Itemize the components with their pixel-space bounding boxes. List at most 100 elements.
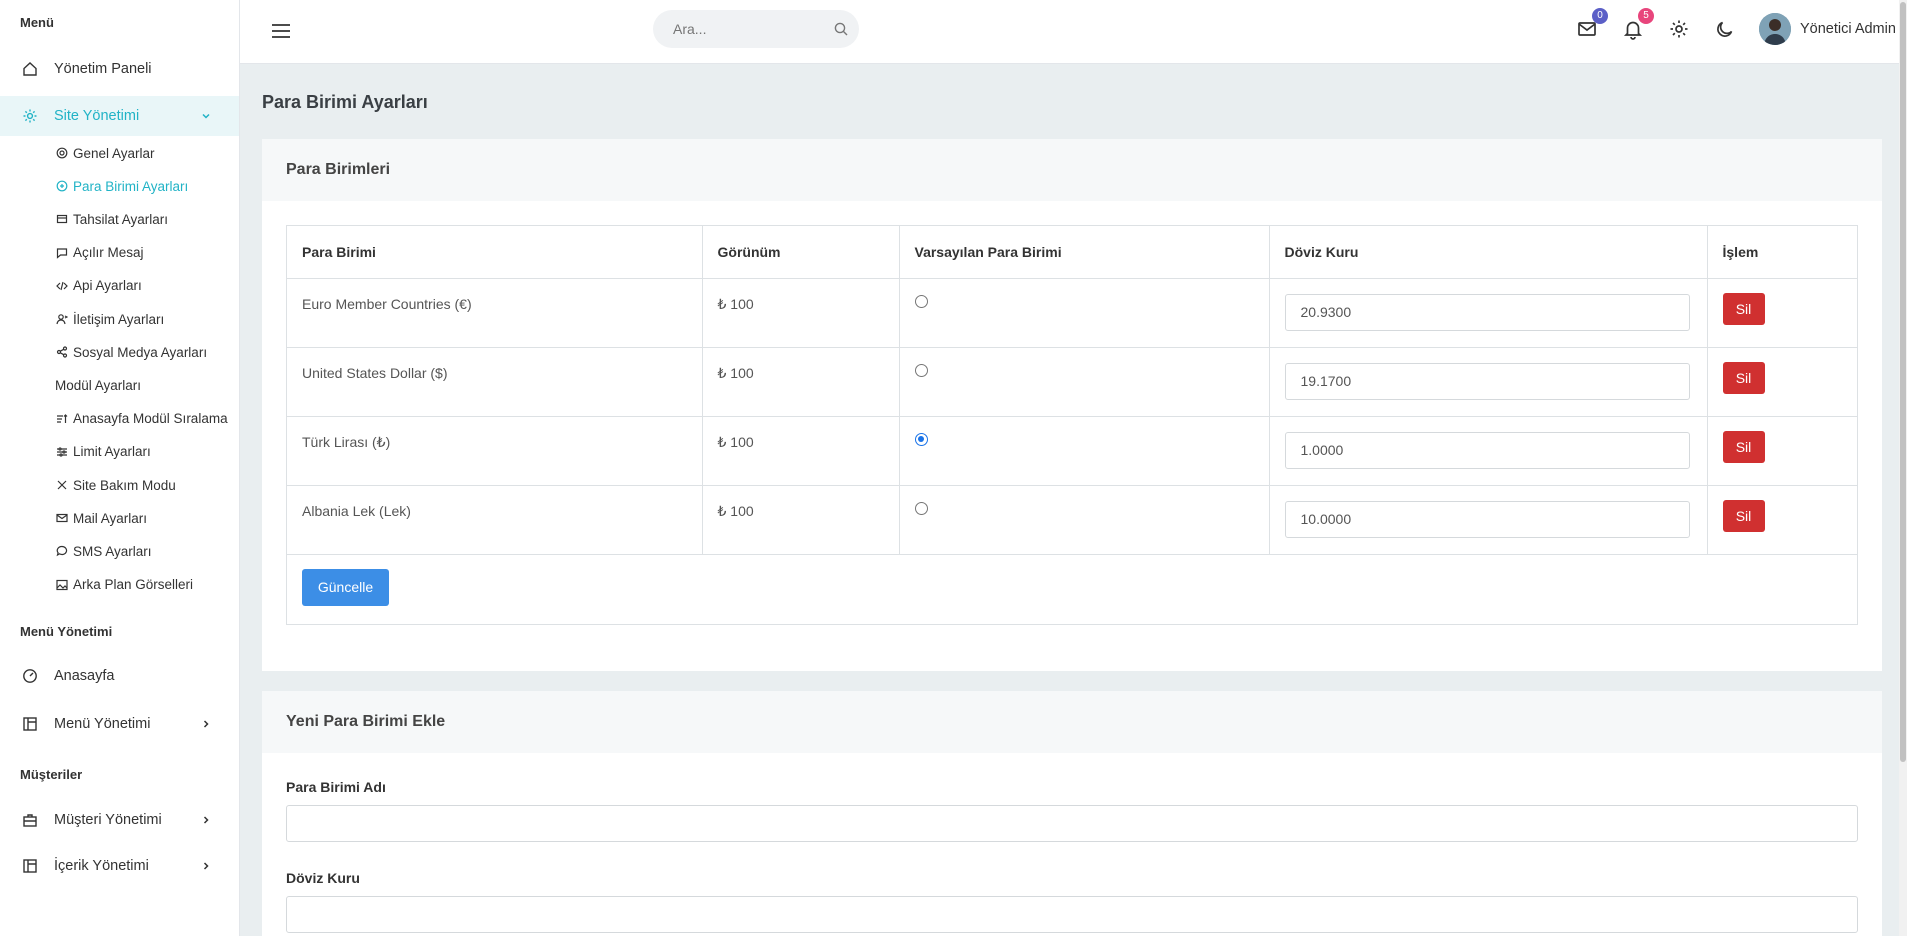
sidebar-subitem[interactable]: İletişim Ayarları bbox=[56, 308, 164, 330]
sidebar-subitem[interactable]: Api Ayarları bbox=[56, 275, 142, 297]
delete-button[interactable]: Sil bbox=[1722, 430, 1765, 463]
action-cell: Sil bbox=[1707, 416, 1857, 486]
user-menu[interactable]: Yönetici Admin bbox=[1759, 12, 1896, 46]
card-title: Yeni Para Birimi Ekle bbox=[262, 691, 1882, 753]
notification-button[interactable]: 5 bbox=[1621, 8, 1654, 42]
column-header: Döviz Kuru bbox=[1269, 226, 1708, 279]
default-cell bbox=[899, 347, 1270, 417]
scrollbar-thumb[interactable] bbox=[1900, 2, 1906, 762]
sidebar-item-home[interactable]: Anasayfa bbox=[0, 656, 239, 696]
sidebar-subitem-label: Modül Ayarları bbox=[55, 377, 142, 393]
sidebar-item-label: Yönetim Paneli bbox=[54, 61, 152, 77]
currency-display: ₺ 100 bbox=[702, 278, 900, 348]
notification-count-badge: 5 bbox=[1638, 8, 1654, 24]
sidebar: Menü Yönetim Paneli Site Yönetimi Genel … bbox=[0, 0, 240, 936]
default-currency-radio[interactable] bbox=[914, 432, 928, 446]
gear-small-icon bbox=[56, 147, 68, 159]
sidebar-item-label: Site Yönetimi bbox=[54, 108, 140, 124]
tools-icon bbox=[56, 479, 68, 491]
currency-name: Albania Lek (Lek) bbox=[287, 485, 703, 555]
default-cell bbox=[899, 416, 1270, 486]
update-button[interactable]: Güncelle bbox=[302, 568, 389, 606]
sidebar-subitem-label: Sosyal Medya Ayarları bbox=[73, 344, 208, 360]
sidebar-subitem[interactable]: Sosyal Medya Ayarları bbox=[56, 341, 207, 363]
default-cell bbox=[899, 485, 1270, 555]
exchange-rate-input[interactable] bbox=[1284, 431, 1690, 469]
sidebar-item-content-management[interactable]: İçerik Yönetimi bbox=[0, 846, 239, 886]
exchange-rate-input[interactable] bbox=[1284, 362, 1690, 400]
delete-button[interactable]: Sil bbox=[1722, 499, 1765, 532]
chevron-down-icon bbox=[198, 108, 214, 124]
sidebar-subitem-label: Api Ayarları bbox=[73, 278, 142, 294]
default-currency-radio[interactable] bbox=[914, 363, 928, 377]
sidebar-subitem-label: SMS Ayarları bbox=[73, 543, 152, 559]
exchange-rate-label: Döviz Kuru bbox=[286, 870, 360, 886]
delete-button[interactable]: Sil bbox=[1722, 292, 1765, 325]
currency-name: Türk Lirası (₺) bbox=[287, 416, 703, 486]
exchange-rate-input[interactable] bbox=[286, 896, 1858, 933]
sidebar-item-site-management[interactable]: Site Yönetimi bbox=[0, 96, 239, 136]
sidebar-item-menu-management[interactable]: Menü Yönetimi bbox=[0, 704, 239, 744]
avatar bbox=[1759, 13, 1791, 45]
sidebar-subitem-label: Açılır Mesaj bbox=[73, 245, 144, 261]
sidebar-subitem-label: Arka Plan Görselleri bbox=[73, 577, 194, 593]
exchange-rate-input[interactable] bbox=[1284, 293, 1690, 331]
sidebar-section-menu-management: Menü Yönetimi bbox=[20, 624, 113, 639]
topbar: 0 5 Yönetici Admin bbox=[240, 0, 1907, 64]
default-currency-radio[interactable] bbox=[914, 294, 928, 308]
user-name: Yönetici Admin bbox=[1800, 21, 1896, 37]
search-box bbox=[653, 10, 859, 48]
sort-icon bbox=[56, 413, 68, 425]
table-row: Türk Lirası (₺)₺ 100 Sil bbox=[287, 416, 1857, 486]
sidebar-subitem[interactable]: Açılır Mesaj bbox=[56, 242, 144, 264]
table-row: Albania Lek (Lek)₺ 100 Sil bbox=[287, 485, 1857, 555]
delete-button[interactable]: Sil bbox=[1722, 361, 1765, 394]
rate-cell bbox=[1269, 347, 1708, 417]
hamburger-menu-icon[interactable] bbox=[270, 20, 292, 42]
sidebar-subitem[interactable]: Tahsilat Ayarları bbox=[56, 208, 168, 230]
sidebar-subitem[interactable]: Limit Ayarları bbox=[56, 441, 151, 463]
sidebar-subitem[interactable]: Mail Ayarları bbox=[56, 507, 147, 529]
exchange-rate-input[interactable] bbox=[1284, 500, 1690, 538]
mail-button[interactable]: 0 bbox=[1575, 8, 1608, 42]
speedometer-icon bbox=[22, 668, 38, 684]
rate-cell bbox=[1269, 485, 1708, 555]
currency-icon bbox=[56, 180, 68, 192]
new-currency-card: Yeni Para Birimi Ekle Para Birimi Adı Dö… bbox=[262, 691, 1882, 936]
sidebar-subitem[interactable]: Anasayfa Modül Sıralama bbox=[56, 408, 228, 430]
default-currency-radio[interactable] bbox=[914, 501, 928, 515]
moon-icon bbox=[1714, 18, 1736, 43]
sidebar-section-customers: Müşteriler bbox=[20, 767, 83, 782]
page-title: Para Birimi Ayarları bbox=[262, 92, 428, 112]
currency-name: Euro Member Countries (€) bbox=[287, 278, 703, 348]
sidebar-subitem[interactable]: Site Bakım Modu bbox=[56, 474, 176, 496]
currencies-card: Para Birimleri Para Birimi Görünüm Varsa… bbox=[262, 139, 1882, 671]
home-icon bbox=[22, 61, 38, 77]
sidebar-subitem-label: Site Bakım Modu bbox=[73, 477, 176, 493]
code-icon bbox=[56, 280, 68, 292]
action-cell: Sil bbox=[1707, 485, 1857, 555]
message-icon bbox=[56, 247, 68, 259]
sidebar-subitem[interactable]: Genel Ayarlar bbox=[56, 142, 155, 164]
search-input[interactable] bbox=[673, 10, 833, 48]
sidebar-subitem[interactable]: Modül Ayarları bbox=[55, 374, 141, 396]
currency-name-input[interactable] bbox=[286, 805, 1858, 842]
gear-icon bbox=[1668, 18, 1690, 43]
sidebar-item-customer-management[interactable]: Müşteri Yönetimi bbox=[0, 800, 239, 840]
table-row: Euro Member Countries (€)₺ 100 Sil bbox=[287, 278, 1857, 348]
column-header: Görünüm bbox=[702, 226, 900, 279]
table-footer: Güncelle bbox=[287, 555, 1857, 624]
dark-mode-toggle[interactable] bbox=[1713, 18, 1737, 42]
currency-display: ₺ 100 bbox=[702, 485, 900, 555]
default-cell bbox=[899, 278, 1270, 348]
settings-button[interactable] bbox=[1667, 18, 1691, 42]
gear-icon bbox=[22, 108, 38, 124]
sidebar-subitem[interactable]: Para Birimi Ayarları bbox=[56, 175, 188, 197]
sidebar-subitem[interactable]: Arka Plan Görselleri bbox=[56, 574, 193, 596]
sidebar-item-dashboard[interactable]: Yönetim Paneli bbox=[0, 49, 239, 89]
search-icon[interactable] bbox=[833, 21, 849, 37]
wallet-icon bbox=[56, 213, 68, 225]
page-scrollbar[interactable] bbox=[1899, 0, 1907, 936]
currency-display: ₺ 100 bbox=[702, 416, 900, 486]
sidebar-subitem[interactable]: SMS Ayarları bbox=[56, 540, 152, 562]
